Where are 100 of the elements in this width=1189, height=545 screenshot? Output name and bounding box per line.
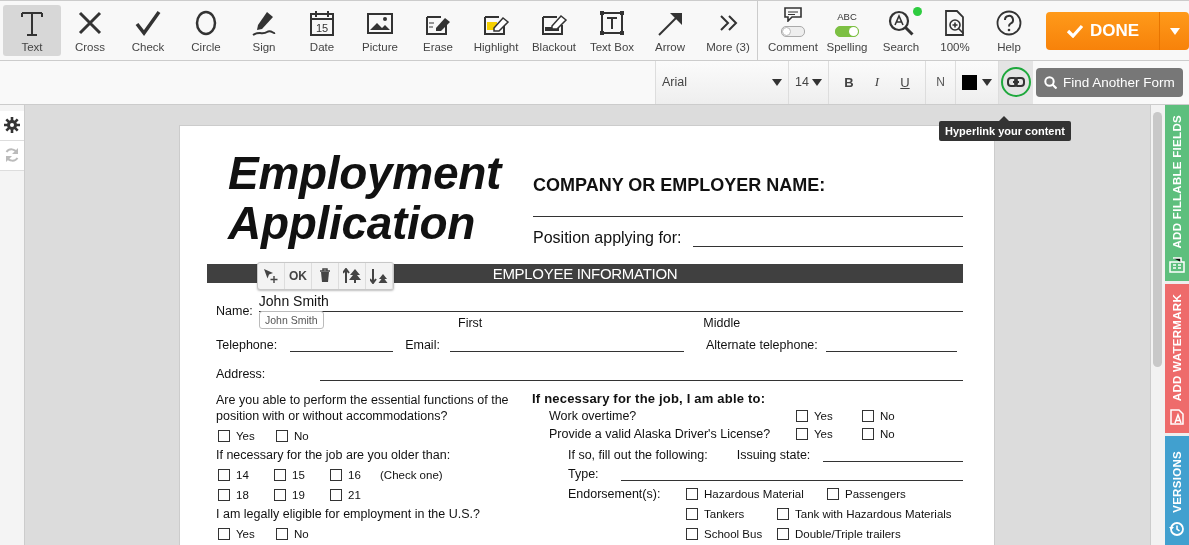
checkbox[interactable]: [777, 527, 789, 540]
option-label: 19: [292, 488, 305, 501]
option-label: Double/Triple trailers: [795, 527, 901, 540]
question-text: I am legally eligible for employment in the U.S.?: [216, 505, 481, 523]
checkbox[interactable]: [686, 507, 698, 520]
field-label: Name:: [216, 303, 253, 318]
option-label: School Bus: [704, 527, 763, 540]
checkbox[interactable]: [218, 468, 230, 481]
review-button[interactable]: ABC Spelling: [820, 5, 874, 56]
question-text: If necessary for the job are you older than:: [216, 446, 452, 464]
help-icon: [995, 8, 1023, 37]
review-button[interactable]: 100%: [928, 5, 982, 56]
checkbox[interactable]: [796, 409, 808, 422]
toggle-switch[interactable]: [781, 25, 805, 37]
tool-button[interactable]: Text Box: [583, 5, 641, 56]
find-form-button[interactable]: Find Another Form: [1036, 67, 1183, 97]
option-label: Hazardous Material: [704, 487, 804, 500]
review-button[interactable]: Help: [982, 5, 1036, 56]
checkbox[interactable]: [330, 468, 342, 481]
font-size-dropdown[interactable]: 14: [789, 60, 829, 104]
caret-icon: [982, 78, 992, 86]
field-caption: First: [458, 315, 483, 330]
tool-button[interactable]: Check: [119, 5, 177, 56]
field-label: Address:: [216, 366, 266, 381]
question-text: Provide a valid Alaska Driver's License?: [549, 426, 772, 441]
checkbox[interactable]: [796, 427, 808, 440]
option-label: Yes: [814, 409, 833, 422]
history-icon: [1169, 521, 1185, 537]
tool-button[interactable]: 15 Date: [293, 5, 351, 56]
checkbox[interactable]: [274, 468, 286, 481]
font-name: Arial: [662, 75, 687, 90]
review-button[interactable]: Search: [874, 5, 928, 56]
checkbox[interactable]: [330, 488, 342, 501]
tool-button[interactable]: Text: [3, 5, 61, 56]
tool-button[interactable]: Highlight: [467, 5, 525, 56]
option-label: Yes: [236, 527, 255, 540]
option-label: Passengers: [845, 487, 906, 500]
checkbox[interactable]: [274, 488, 286, 501]
option-label: Tank with Hazardous Materials: [795, 507, 952, 520]
tool-button[interactable]: Circle: [177, 5, 235, 56]
checkbox[interactable]: [862, 427, 874, 440]
tool-button[interactable]: Cross: [61, 5, 119, 56]
tool-button[interactable]: Arrow: [641, 5, 699, 56]
question-text: Are you able to perform the essential functions of the position with or without accommodations?: [216, 391, 510, 425]
italic-button[interactable]: I: [863, 74, 891, 91]
checkbox[interactable]: [827, 487, 839, 500]
checkbox[interactable]: [686, 527, 698, 540]
question-text: Work overtime?: [549, 408, 638, 423]
option-label: Yes: [814, 427, 833, 440]
option-label: 15: [292, 468, 305, 481]
company-label: COMPANY OR EMPLOYER NAME:: [533, 174, 963, 217]
speech-bubble-icon: [783, 5, 803, 22]
font-dropdown[interactable]: Arial: [656, 60, 789, 104]
ok-button[interactable]: OK: [285, 262, 312, 289]
option-label: No: [880, 409, 895, 422]
form-fields-icon: [1169, 256, 1185, 273]
field-label: Position applying for:: [533, 228, 682, 247]
field-label: Issuing state:: [736, 447, 811, 462]
text-field[interactable]: John Smith: [258, 292, 963, 312]
checkbox[interactable]: [276, 429, 288, 442]
tool-button[interactable]: Sign: [235, 5, 293, 56]
scrollbar[interactable]: [1150, 104, 1165, 545]
form-title: Employment Application: [228, 147, 504, 251]
caret-icon: [772, 78, 782, 86]
text-box-icon: [598, 8, 626, 37]
checkbox[interactable]: [218, 488, 230, 501]
option-label: No: [294, 527, 309, 540]
document-letter-icon: [1169, 408, 1185, 425]
normal-style-button[interactable]: N: [926, 60, 956, 104]
option-label: 18: [236, 488, 249, 501]
settings-button[interactable]: [0, 110, 24, 141]
delete-icon: [318, 267, 332, 284]
checkbox[interactable]: [862, 409, 874, 422]
toggle-switch[interactable]: [835, 25, 859, 37]
tool-button[interactable]: More (3): [699, 5, 757, 56]
gear-icon: [4, 117, 20, 134]
tool-button[interactable]: Blackout: [525, 5, 583, 56]
note-text: (Check one): [380, 468, 443, 481]
checkbox[interactable]: [276, 527, 288, 540]
checkbox[interactable]: [218, 429, 230, 442]
checkbox[interactable]: [218, 527, 230, 540]
color-swatch-icon: [962, 74, 977, 90]
caret-icon: [812, 78, 822, 86]
search-icon: [887, 8, 915, 37]
review-button[interactable]: Comment: [766, 5, 820, 56]
link-icon: [1007, 77, 1025, 88]
tool-button[interactable]: Erase: [409, 5, 467, 56]
bold-button[interactable]: B: [835, 74, 863, 90]
field-label: Telephone:: [216, 337, 278, 352]
field-label: Alternate telephone:: [705, 337, 818, 352]
field-label: Type:: [568, 466, 599, 481]
send-backward-icon: [370, 267, 388, 284]
checkmark-icon: [1065, 24, 1084, 38]
checkmark-icon: [134, 8, 162, 37]
checkbox[interactable]: [686, 487, 698, 500]
underline-button[interactable]: U: [891, 74, 919, 90]
checkbox[interactable]: [777, 507, 789, 520]
option-label: 14: [236, 468, 249, 481]
hyperlink-button[interactable]: [999, 60, 1033, 104]
tool-button[interactable]: Picture: [351, 5, 409, 56]
